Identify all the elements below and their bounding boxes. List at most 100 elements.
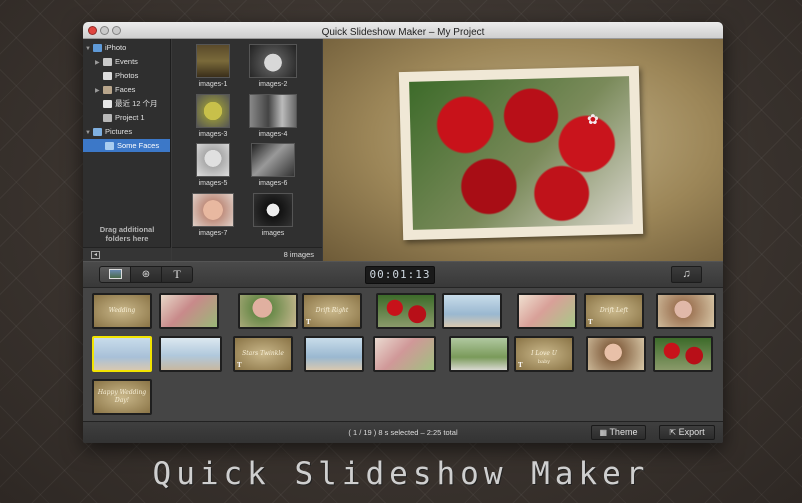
storyboard-clip[interactable] [442,293,502,329]
clip-title-text: Wedding [108,307,136,314]
sidebar-item-label: Photos [115,71,139,80]
sidebar-item-label: Project 1 [115,113,145,122]
collapse-sidebar-icon[interactable]: ◂ [91,251,100,259]
sidebar-item-photos[interactable]: Photos [103,69,171,82]
disclosure-closed-icon[interactable]: ▶ [95,85,103,98]
sidebar-item-iphoto[interactable]: ▼ iPhoto [85,41,171,54]
storyboard-clip[interactable]: I Love U Tbaby [514,336,574,372]
source-sidebar: ▼ iPhoto ▶ Events Photos ▶ Faces 最近 12 个月 P… [83,39,171,247]
calendar-icon [103,100,112,109]
thumbnail-image [196,44,230,78]
sidebar-item-label: Events [115,57,138,66]
media-browser: images-1 images-2 images-3 images-4 imag… [172,39,322,247]
status-bar: ( 1 / 19 ) 8 s selected – 2:25 total ▦ T… [83,421,723,443]
media-thumbnail[interactable]: images-2 [248,44,298,89]
sidebar-item-pictures[interactable]: ▼ Pictures [85,125,171,138]
clip-thumbnail [658,295,714,327]
thumbnail-label: images-5 [198,180,228,187]
storyboard-clip[interactable] [238,293,298,329]
storyboard-clip[interactable] [92,336,152,372]
sidebar-item-project-1[interactable]: Project 1 [103,111,171,124]
thumbnail-label: images-7 [198,230,228,237]
close-window-button[interactable] [88,26,97,35]
thumbnail-image [251,143,295,177]
theme-button[interactable]: ▦ Theme [591,425,646,440]
storyboard-clip[interactable]: Drift Left T [584,293,644,329]
storyboard-clip[interactable] [159,293,219,329]
sidebar-item-some-faces[interactable]: Some Faces [83,139,170,152]
preview-frame [398,65,644,241]
thumbnail-label: images-3 [198,131,228,138]
media-thumbnail[interactable]: images-3 [188,94,238,139]
storyboard-clip[interactable]: Stars Twinkle T [233,336,293,372]
clip-thumbnail [378,295,434,327]
tab-photos[interactable] [99,266,131,283]
theme-label: Theme [609,427,638,437]
thumbnail-label: images-1 [198,81,228,88]
folder-icon [93,128,102,137]
media-thumbnail[interactable]: images-7 [188,193,238,238]
storyboard-clip[interactable] [449,336,509,372]
clip-thumbnail [306,338,362,370]
clip-title-text: I Love U [531,350,557,357]
minimize-window-button[interactable] [100,26,109,35]
storyboard-clip[interactable]: Happy Wedding Day! [92,379,152,415]
storyboard-clip[interactable]: Wedding [92,293,152,329]
music-note-icon: ♫ [682,268,691,280]
storyboard-clip[interactable] [517,293,577,329]
storyboard-clip[interactable] [373,336,436,372]
media-thumbnail[interactable]: images-5 [188,143,238,188]
photo-icon [108,269,122,280]
media-thumbnail[interactable]: images-6 [248,143,298,188]
sidebar-item-label: Faces [115,85,136,94]
storyboard-clip[interactable] [653,336,713,372]
timecode-display: 00:01:13 [365,266,435,284]
sidebar-item-label: 最近 12 个月 [115,99,158,108]
window-title: Quick Slideshow Maker – My Project [321,27,485,38]
clip-thumbnail [161,338,220,370]
storyboard-clip[interactable] [376,293,436,329]
project-icon [103,114,112,123]
thumbnail-label: images-2 [258,81,288,88]
media-thumbnail[interactable]: images-4 [248,94,298,139]
sidebar-item-label: Pictures [105,127,133,136]
title-bar[interactable]: Quick Slideshow Maker – My Project [83,22,723,39]
clip-thumbnail [519,295,575,327]
storyboard-clip[interactable] [159,336,222,372]
image-count: 8 images [172,247,322,261]
folder-icon [105,142,114,151]
sidebar-item-recent[interactable]: 最近 12 个月 [103,97,171,110]
storyboard-clip[interactable] [656,293,716,329]
media-thumbnail[interactable]: images-1 [188,44,238,89]
export-label: Export [678,427,705,437]
media-thumbnail[interactable]: images [248,193,298,238]
thumbnail-image [196,94,230,128]
photos-icon [103,72,112,81]
sidebar-item-label: iPhoto [105,43,127,52]
tab-video[interactable]: ⊛ [130,266,162,283]
thumbnail-label: images-6 [258,180,288,187]
zoom-window-button[interactable] [112,26,121,35]
clip-title-text: Stars Twinkle [242,350,284,357]
clip-thumbnail [451,338,507,370]
app-window: Quick Slideshow Maker – My Project ▼ iPho… [83,22,723,443]
music-button[interactable]: ♫ [671,266,702,283]
clip-thumbnail [240,295,296,327]
text-slide-icon: T [306,318,311,326]
events-icon [103,58,112,67]
clip-title-text: Happy Wedding Day! [97,389,147,404]
tab-text[interactable]: T [161,266,193,283]
clip-thumbnail [94,338,150,370]
slide-preview: ✿ [323,39,723,261]
storyboard-clip[interactable] [304,336,364,372]
sidebar-item-label: Some Faces [117,141,160,150]
brand-title: Quick Slideshow Maker [152,456,650,492]
storyboard-clip[interactable]: Drift Right T [302,293,362,329]
disclosure-open-icon[interactable]: ▼ [85,43,93,56]
sidebar-item-faces[interactable]: ▶ Faces [95,83,171,96]
export-button[interactable]: ⇱ Export [659,425,715,440]
disclosure-closed-icon[interactable]: ▶ [95,57,103,70]
sidebar-item-events[interactable]: ▶ Events [95,55,171,68]
storyboard-clip[interactable] [586,336,646,372]
butterfly-icon: ✿ [587,111,599,127]
